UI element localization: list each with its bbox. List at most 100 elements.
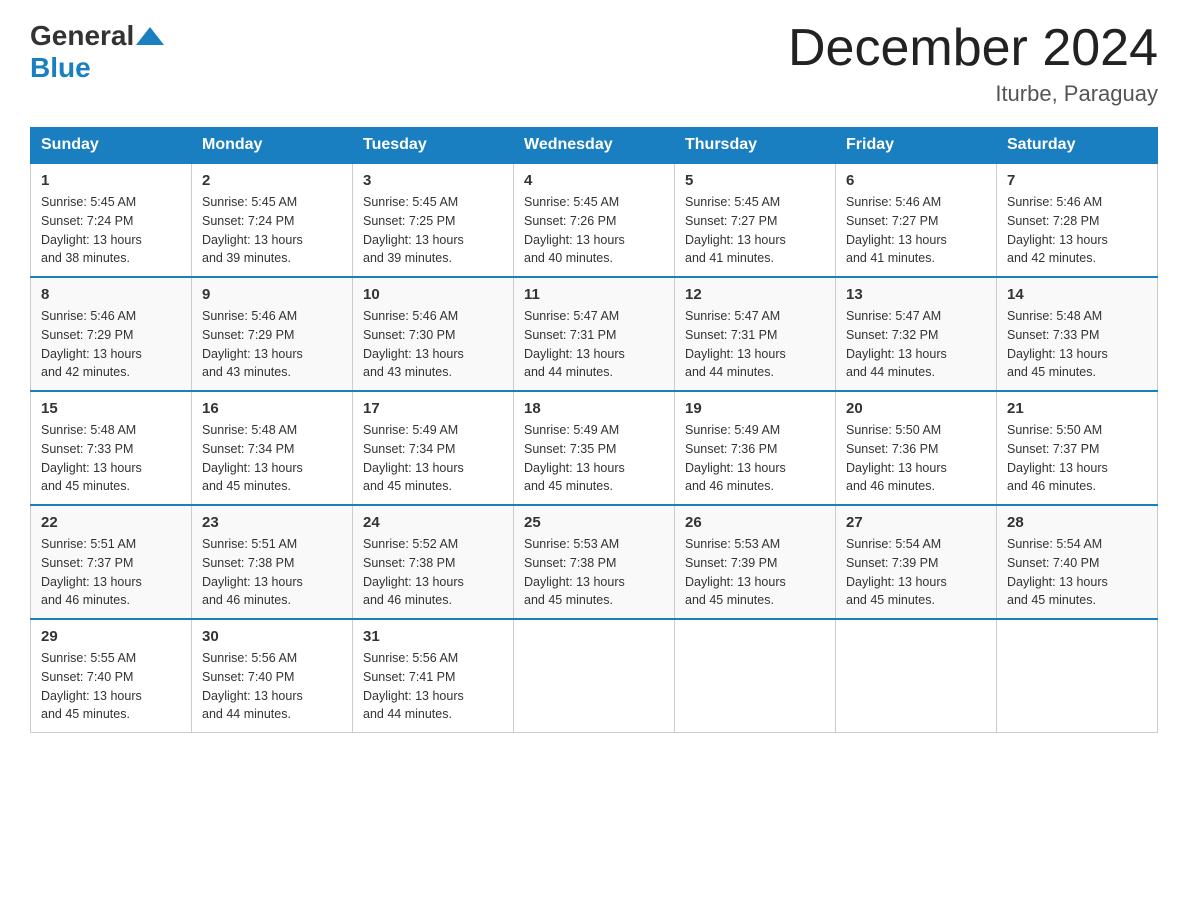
- calendar-cell: 4Sunrise: 5:45 AMSunset: 7:26 PMDaylight…: [514, 163, 675, 277]
- day-number: 7: [1007, 172, 1147, 189]
- day-info: Sunrise: 5:46 AMSunset: 7:29 PMDaylight:…: [202, 307, 342, 382]
- calendar-week-row: 29 Sunrise: 5:55 AMSunset: 7:40 PMDayligh…: [31, 619, 1158, 733]
- calendar-week-row: 15 Sunrise: 5:48 AMSunset: 7:33 PMDayligh…: [31, 391, 1158, 505]
- calendar-cell: 27Sunrise: 5:54 AMSunset: 7:39 PMDayligh…: [836, 505, 997, 619]
- day-info: Sunrise: 5:47 AMSunset: 7:32 PMDaylight:…: [846, 307, 986, 382]
- day-number: 17: [363, 400, 503, 417]
- calendar-cell: [997, 619, 1158, 733]
- weekday-header-saturday: Saturday: [997, 128, 1158, 164]
- calendar-cell: 6 Sunrise: 5:46 AMSunset: 7:27 PMDaylight…: [836, 163, 997, 277]
- calendar-cell: 30 Sunrise: 5:56 AMSunset: 7:40 PMDayligh…: [192, 619, 353, 733]
- day-info: Sunrise: 5:54 AMSunset: 7:40 PMDaylight:…: [1007, 535, 1147, 610]
- day-number: 19: [685, 400, 825, 417]
- day-number: 20: [846, 400, 986, 417]
- day-number: 13: [846, 286, 986, 303]
- day-info: Sunrise: 5:46 AMSunset: 7:30 PMDaylight:…: [363, 307, 503, 382]
- calendar-cell: 22 Sunrise: 5:51 AMSunset: 7:37 PMDayligh…: [31, 505, 192, 619]
- calendar-cell: [836, 619, 997, 733]
- day-number: 22: [41, 514, 181, 531]
- page-header: General Blue December 2024 Iturbe, Parag…: [30, 20, 1158, 107]
- day-number: 8: [41, 286, 181, 303]
- calendar-cell: 10 Sunrise: 5:46 AMSunset: 7:30 PMDayligh…: [353, 277, 514, 391]
- day-number: 29: [41, 628, 181, 645]
- day-info: Sunrise: 5:45 AMSunset: 7:25 PMDaylight:…: [363, 193, 503, 268]
- day-info: Sunrise: 5:56 AMSunset: 7:40 PMDaylight:…: [202, 649, 342, 724]
- calendar-cell: 24Sunrise: 5:52 AMSunset: 7:38 PMDayligh…: [353, 505, 514, 619]
- day-number: 15: [41, 400, 181, 417]
- day-info: Sunrise: 5:47 AMSunset: 7:31 PMDaylight:…: [524, 307, 664, 382]
- day-number: 6: [846, 172, 986, 189]
- calendar-cell: 19 Sunrise: 5:49 AMSunset: 7:36 PMDayligh…: [675, 391, 836, 505]
- calendar-cell: 13 Sunrise: 5:47 AMSunset: 7:32 PMDayligh…: [836, 277, 997, 391]
- day-info: Sunrise: 5:46 AMSunset: 7:27 PMDaylight:…: [846, 193, 986, 268]
- calendar-cell: 5Sunrise: 5:45 AMSunset: 7:27 PMDaylight…: [675, 163, 836, 277]
- calendar-week-row: 22 Sunrise: 5:51 AMSunset: 7:37 PMDayligh…: [31, 505, 1158, 619]
- day-number: 3: [363, 172, 503, 189]
- day-info: Sunrise: 5:55 AMSunset: 7:40 PMDaylight:…: [41, 649, 181, 724]
- weekday-header-friday: Friday: [836, 128, 997, 164]
- logo-general-text: General: [30, 20, 134, 52]
- day-number: 11: [524, 286, 664, 303]
- day-number: 2: [202, 172, 342, 189]
- day-info: Sunrise: 5:48 AMSunset: 7:33 PMDaylight:…: [41, 421, 181, 496]
- day-number: 4: [524, 172, 664, 189]
- location-title: Iturbe, Paraguay: [788, 81, 1158, 107]
- month-title: December 2024: [788, 20, 1158, 77]
- calendar-cell: 8Sunrise: 5:46 AMSunset: 7:29 PMDaylight…: [31, 277, 192, 391]
- calendar-table: SundayMondayTuesdayWednesdayThursdayFrid…: [30, 127, 1158, 733]
- day-number: 14: [1007, 286, 1147, 303]
- calendar-cell: 29 Sunrise: 5:55 AMSunset: 7:40 PMDayligh…: [31, 619, 192, 733]
- calendar-cell: 2 Sunrise: 5:45 AMSunset: 7:24 PMDaylight…: [192, 163, 353, 277]
- day-info: Sunrise: 5:49 AMSunset: 7:35 PMDaylight:…: [524, 421, 664, 496]
- day-number: 9: [202, 286, 342, 303]
- day-info: Sunrise: 5:47 AMSunset: 7:31 PMDaylight:…: [685, 307, 825, 382]
- day-info: Sunrise: 5:51 AMSunset: 7:38 PMDaylight:…: [202, 535, 342, 610]
- day-info: Sunrise: 5:50 AMSunset: 7:37 PMDaylight:…: [1007, 421, 1147, 496]
- calendar-cell: 18 Sunrise: 5:49 AMSunset: 7:35 PMDayligh…: [514, 391, 675, 505]
- day-info: Sunrise: 5:53 AMSunset: 7:39 PMDaylight:…: [685, 535, 825, 610]
- day-number: 16: [202, 400, 342, 417]
- calendar-cell: 31 Sunrise: 5:56 AMSunset: 7:41 PMDayligh…: [353, 619, 514, 733]
- day-info: Sunrise: 5:48 AMSunset: 7:34 PMDaylight:…: [202, 421, 342, 496]
- day-info: Sunrise: 5:48 AMSunset: 7:33 PMDaylight:…: [1007, 307, 1147, 382]
- day-info: Sunrise: 5:45 AMSunset: 7:24 PMDaylight:…: [202, 193, 342, 268]
- calendar-cell: [675, 619, 836, 733]
- logo-triangle-icon: [136, 27, 164, 45]
- day-info: Sunrise: 5:56 AMSunset: 7:41 PMDaylight:…: [363, 649, 503, 724]
- day-number: 21: [1007, 400, 1147, 417]
- day-number: 24: [363, 514, 503, 531]
- day-number: 25: [524, 514, 664, 531]
- logo-blue-text: Blue: [30, 52, 91, 84]
- weekday-header-tuesday: Tuesday: [353, 128, 514, 164]
- calendar-cell: 14 Sunrise: 5:48 AMSunset: 7:33 PMDayligh…: [997, 277, 1158, 391]
- calendar-cell: 9 Sunrise: 5:46 AMSunset: 7:29 PMDaylight…: [192, 277, 353, 391]
- day-info: Sunrise: 5:49 AMSunset: 7:34 PMDaylight:…: [363, 421, 503, 496]
- weekday-header-row: SundayMondayTuesdayWednesdayThursdayFrid…: [31, 128, 1158, 164]
- calendar-week-row: 8 Sunrise: 5:46 AMSunset: 7:29 PMDaylight…: [31, 277, 1158, 391]
- weekday-header-wednesday: Wednesday: [514, 128, 675, 164]
- calendar-cell: 3 Sunrise: 5:45 AMSunset: 7:25 PMDaylight…: [353, 163, 514, 277]
- weekday-header-monday: Monday: [192, 128, 353, 164]
- calendar-cell: 26Sunrise: 5:53 AMSunset: 7:39 PMDayligh…: [675, 505, 836, 619]
- day-number: 18: [524, 400, 664, 417]
- weekday-header-sunday: Sunday: [31, 128, 192, 164]
- day-number: 5: [685, 172, 825, 189]
- day-info: Sunrise: 5:49 AMSunset: 7:36 PMDaylight:…: [685, 421, 825, 496]
- day-number: 30: [202, 628, 342, 645]
- calendar-cell: 20Sunrise: 5:50 AMSunset: 7:36 PMDayligh…: [836, 391, 997, 505]
- weekday-header-thursday: Thursday: [675, 128, 836, 164]
- day-info: Sunrise: 5:51 AMSunset: 7:37 PMDaylight:…: [41, 535, 181, 610]
- title-area: December 2024 Iturbe, Paraguay: [788, 20, 1158, 107]
- day-number: 23: [202, 514, 342, 531]
- calendar-week-row: 1 Sunrise: 5:45 AMSunset: 7:24 PMDaylight…: [31, 163, 1158, 277]
- day-number: 28: [1007, 514, 1147, 531]
- calendar-cell: 7Sunrise: 5:46 AMSunset: 7:28 PMDaylight…: [997, 163, 1158, 277]
- day-number: 10: [363, 286, 503, 303]
- day-number: 1: [41, 172, 181, 189]
- day-number: 31: [363, 628, 503, 645]
- calendar-cell: 1Sunrise: 5:45 AMSunset: 7:24 PMDaylight…: [31, 163, 192, 277]
- calendar-cell: 17 Sunrise: 5:49 AMSunset: 7:34 PMDayligh…: [353, 391, 514, 505]
- day-number: 12: [685, 286, 825, 303]
- day-info: Sunrise: 5:54 AMSunset: 7:39 PMDaylight:…: [846, 535, 986, 610]
- calendar-cell: 12 Sunrise: 5:47 AMSunset: 7:31 PMDayligh…: [675, 277, 836, 391]
